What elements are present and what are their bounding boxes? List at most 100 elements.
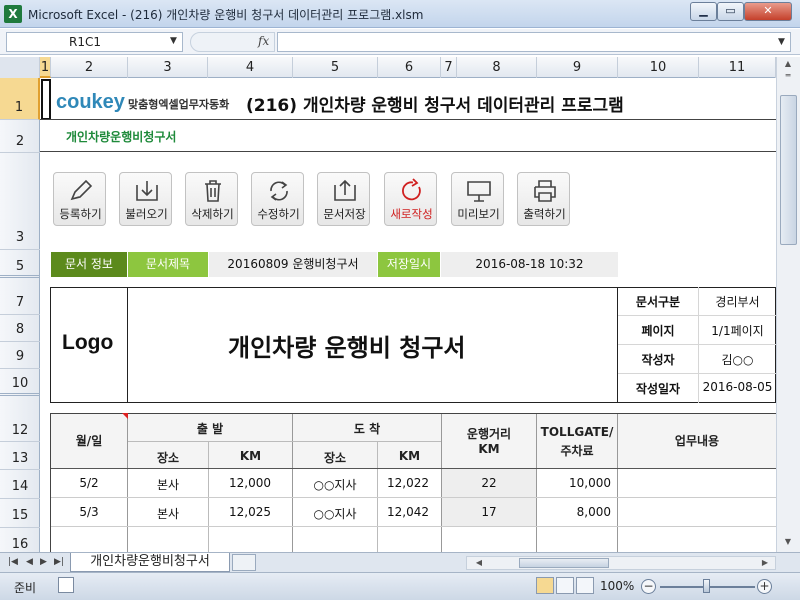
doc-title-value[interactable]: 20160809 운행비청구서 bbox=[209, 252, 377, 277]
insert-sheet-icon[interactable] bbox=[232, 554, 256, 571]
row-header[interactable]: 12 bbox=[0, 414, 40, 442]
cell-depart-place[interactable]: 본사 bbox=[128, 476, 208, 493]
row-header[interactable]: 9 bbox=[0, 342, 40, 369]
row-header[interactable]: 5 bbox=[0, 250, 40, 278]
close-button[interactable]: ✕ bbox=[744, 2, 792, 21]
column-header[interactable]: 10 bbox=[618, 57, 699, 78]
scroll-up-icon[interactable]: ▲ bbox=[778, 59, 798, 68]
header-toll: TOLLGATE/ bbox=[540, 425, 614, 439]
sheet-tab-active[interactable]: 개인차량운행비청구서 bbox=[70, 553, 230, 572]
zoom-out-icon[interactable]: − bbox=[641, 579, 656, 594]
column-header[interactable]: 8 bbox=[457, 57, 537, 78]
header-depart: 출 발 bbox=[196, 422, 224, 436]
print-button[interactable]: 출력하기 bbox=[517, 172, 570, 226]
page-layout-view-icon[interactable] bbox=[556, 577, 574, 594]
info-value[interactable]: 김○○ bbox=[699, 351, 776, 368]
divider bbox=[51, 468, 776, 469]
info-label: 작성일자 bbox=[635, 382, 681, 396]
divider bbox=[128, 441, 441, 442]
excel-app-icon[interactable]: X bbox=[4, 5, 22, 23]
cell-depart-place[interactable]: 본사 bbox=[128, 505, 208, 522]
cell-arrive-place[interactable]: ○○지사 bbox=[293, 505, 377, 522]
info-value[interactable]: 경리부서 bbox=[699, 293, 776, 310]
minimize-button[interactable]: ▁ bbox=[690, 2, 717, 21]
split-handle[interactable]: ═ bbox=[778, 71, 798, 80]
column-header[interactable]: 6 bbox=[378, 57, 441, 78]
scroll-left-icon[interactable]: ◀ bbox=[469, 558, 489, 567]
cell-date[interactable]: 5/3 bbox=[51, 505, 127, 519]
row-header[interactable]: 3 bbox=[0, 153, 40, 250]
info-value[interactable]: 1/1페이지 bbox=[699, 322, 776, 339]
vertical-scroll-thumb[interactable] bbox=[780, 95, 797, 245]
name-box[interactable]: R1C1 bbox=[6, 32, 183, 52]
cell-toll[interactable]: 8,000 bbox=[537, 505, 611, 519]
comment-indicator[interactable] bbox=[122, 413, 128, 419]
register-button[interactable]: 등록하기 bbox=[53, 172, 106, 226]
saved-at-label: 저장일시 bbox=[378, 252, 440, 277]
chevron-down-icon[interactable]: ▼ bbox=[170, 36, 177, 46]
last-sheet-icon[interactable]: ▶| bbox=[54, 557, 64, 567]
info-label: 문서구분 bbox=[635, 295, 681, 309]
next-sheet-icon[interactable]: ▶ bbox=[40, 557, 47, 567]
pencil-icon bbox=[70, 179, 93, 201]
expand-formula-icon[interactable]: ▼ bbox=[778, 37, 785, 47]
cell-arrive-km[interactable]: 12,042 bbox=[378, 505, 429, 519]
insert-function-icon[interactable]: fx bbox=[258, 34, 269, 48]
button-label: 미리보기 bbox=[457, 207, 500, 221]
column-header[interactable]: 11 bbox=[699, 57, 776, 78]
row-header[interactable]: 2 bbox=[0, 120, 40, 153]
active-cell[interactable] bbox=[41, 79, 51, 120]
scroll-down-icon[interactable]: ▼ bbox=[778, 537, 798, 546]
zoom-level[interactable]: 100% bbox=[600, 579, 634, 593]
column-header[interactable]: 5 bbox=[293, 57, 378, 78]
row-header[interactable]: 10 bbox=[0, 369, 40, 396]
row-header[interactable]: 13 bbox=[0, 442, 40, 470]
cell-arrive-place[interactable]: ○○지사 bbox=[293, 476, 377, 493]
delete-button[interactable]: 삭제하기 bbox=[185, 172, 238, 226]
first-sheet-icon[interactable]: |◀ bbox=[8, 557, 18, 567]
select-all-corner[interactable] bbox=[0, 57, 40, 78]
cell-distance[interactable]: 22 bbox=[442, 476, 536, 490]
scroll-right-icon[interactable]: ▶ bbox=[755, 558, 775, 567]
formula-input[interactable] bbox=[277, 32, 791, 52]
prev-sheet-icon[interactable]: ◀ bbox=[26, 557, 33, 567]
brand-tagline: 맞춤형엑셀업무자동화 bbox=[128, 98, 230, 111]
cell-toll[interactable]: 10,000 bbox=[537, 476, 611, 490]
column-header[interactable]: 1 bbox=[40, 57, 51, 78]
maximize-button[interactable]: ▭ bbox=[717, 2, 744, 21]
page-break-view-icon[interactable] bbox=[576, 577, 594, 594]
vertical-scrollbar[interactable]: ▲ ═ ▼ bbox=[776, 57, 800, 552]
column-header[interactable]: 9 bbox=[537, 57, 618, 78]
cell-arrive-km[interactable]: 12,022 bbox=[378, 476, 429, 490]
cell-depart-km[interactable]: 12,000 bbox=[209, 476, 271, 490]
horizontal-scroll-thumb[interactable] bbox=[519, 558, 609, 568]
divider bbox=[51, 526, 776, 527]
zoom-in-icon[interactable]: + bbox=[757, 579, 772, 594]
column-header[interactable]: 2 bbox=[51, 57, 128, 78]
save-document-button[interactable]: 문서저장 bbox=[317, 172, 370, 226]
row-header[interactable]: 8 bbox=[0, 315, 40, 342]
load-button[interactable]: 불러오기 bbox=[119, 172, 172, 226]
row-header[interactable]: 16 bbox=[0, 528, 40, 552]
row-headers: 1 2 3 5 7 8 9 10 12 13 14 15 16 bbox=[0, 78, 40, 552]
column-header[interactable]: 3 bbox=[128, 57, 208, 78]
preview-button[interactable]: 미리보기 bbox=[451, 172, 504, 226]
info-value[interactable]: 2016-08-05 bbox=[699, 380, 776, 394]
cell-depart-km[interactable]: 12,025 bbox=[209, 505, 271, 519]
cell-distance[interactable]: 17 bbox=[442, 505, 536, 519]
row-header[interactable]: 1 bbox=[0, 78, 40, 120]
new-document-button[interactable]: 새로작성 bbox=[384, 172, 437, 226]
divider bbox=[618, 344, 776, 345]
cell-date[interactable]: 5/2 bbox=[51, 476, 127, 490]
row-header[interactable]: 14 bbox=[0, 470, 40, 499]
normal-view-icon[interactable] bbox=[536, 577, 554, 594]
modify-button[interactable]: 수정하기 bbox=[251, 172, 304, 226]
trash-icon bbox=[205, 180, 221, 202]
row-header[interactable]: 7 bbox=[0, 288, 40, 315]
row-header[interactable]: 15 bbox=[0, 499, 40, 528]
macro-record-icon[interactable] bbox=[58, 577, 74, 593]
horizontal-scrollbar[interactable]: ◀ ▶ bbox=[466, 556, 776, 570]
column-header[interactable]: 7 bbox=[441, 57, 457, 78]
zoom-slider-thumb[interactable] bbox=[703, 579, 710, 593]
column-header[interactable]: 4 bbox=[208, 57, 293, 78]
